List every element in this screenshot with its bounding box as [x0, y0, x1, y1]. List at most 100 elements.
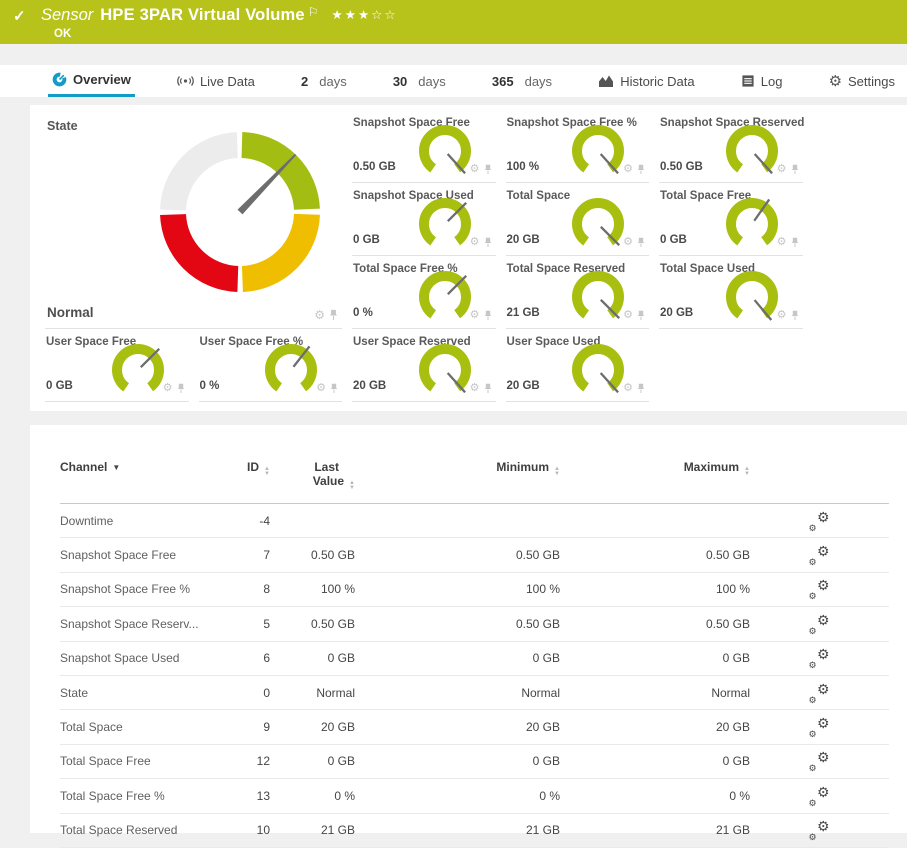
channel-settings-button[interactable]: ⚙ ⚙: [810, 718, 830, 736]
gauge-value: 21 GB: [507, 307, 540, 319]
pin-icon[interactable]: [791, 310, 799, 321]
gauge-tile: Total Space Reserved 21 GB ⚙: [506, 256, 660, 329]
gear-icon[interactable]: ⚙: [470, 237, 480, 248]
divider: [352, 401, 496, 402]
cell-last-value: 0.50 GB: [270, 548, 355, 562]
table-row: Downtime -4 ⚙ ⚙: [60, 504, 889, 538]
gear-icon[interactable]: ⚙: [316, 383, 326, 394]
pin-icon[interactable]: [484, 383, 492, 394]
priority-stars[interactable]: ★★★☆☆: [332, 7, 398, 22]
channel-settings-button[interactable]: ⚙ ⚙: [810, 684, 830, 702]
gear-icon[interactable]: ⚙: [777, 310, 787, 321]
tab-log[interactable]: Log: [737, 65, 787, 97]
gauge-tile: Total Space Free % 0 % ⚙: [352, 256, 506, 329]
column-header-maximum[interactable]: Maximum▲▼: [560, 445, 750, 477]
gauge-value: 0 %: [353, 307, 373, 319]
channel-settings-button[interactable]: ⚙ ⚙: [810, 752, 830, 770]
column-header-id[interactable]: ID▲▼: [220, 445, 270, 477]
gear-icon: ⚙: [817, 682, 830, 696]
pin-icon[interactable]: [791, 164, 799, 175]
gauge-value: 20 GB: [660, 307, 693, 319]
column-label: ID: [247, 460, 259, 474]
pin-icon[interactable]: [329, 309, 338, 321]
pin-icon[interactable]: [484, 164, 492, 175]
gauge-arc: [417, 268, 473, 326]
channel-settings-button[interactable]: ⚙ ⚙: [810, 546, 830, 564]
table-row: Snapshot Space Used 6 0 GB 0 GB 0 GB ⚙ ⚙: [60, 642, 889, 676]
table-row: Total Space Free % 13 0 % 0 % 0 % ⚙ ⚙: [60, 779, 889, 813]
gear-small-icon: ⚙: [809, 592, 817, 601]
cell-maximum: 0 GB: [560, 754, 750, 768]
channel-settings-button[interactable]: ⚙ ⚙: [810, 787, 830, 805]
cell-channel: Snapshot Space Used: [60, 651, 220, 665]
pin-icon[interactable]: [637, 383, 645, 394]
cell-channel: Downtime: [60, 514, 220, 528]
state-gauge: [160, 132, 320, 292]
cell-last-value: 0 GB: [270, 651, 355, 665]
tab-2-days[interactable]: 2 days: [297, 65, 351, 97]
gauge-label: State: [47, 119, 78, 133]
tab-overview[interactable]: Overview: [48, 65, 135, 97]
cell-last-value: 0.50 GB: [270, 617, 355, 631]
channel-settings-button[interactable]: ⚙ ⚙: [810, 649, 830, 667]
gauge-tile: User Space Free 0 GB ⚙: [45, 329, 199, 402]
gear-icon[interactable]: ⚙: [623, 383, 633, 394]
pin-icon[interactable]: [791, 237, 799, 248]
cell-channel: Snapshot Space Reserv...: [60, 617, 220, 631]
column-header-last-value[interactable]: Last Value▲▼: [270, 445, 355, 491]
gear-icon[interactable]: ⚙: [777, 237, 787, 248]
column-header-minimum[interactable]: Minimum▲▼: [355, 445, 560, 477]
gear-icon[interactable]: ⚙: [470, 383, 480, 394]
tab-label: Log: [761, 74, 783, 89]
channel-settings-button[interactable]: ⚙ ⚙: [810, 512, 830, 530]
cell-channel: Total Space Reserved: [60, 823, 220, 837]
status-check-icon: ✓: [13, 7, 33, 25]
gear-icon[interactable]: ⚙: [623, 310, 633, 321]
gauge-tile: Total Space Free 0 GB ⚙: [659, 183, 813, 256]
table-row: Snapshot Space Reserv... 5 0.50 GB 0.50 …: [60, 607, 889, 641]
pin-icon[interactable]: [484, 237, 492, 248]
tab-live-data[interactable]: Live Data: [173, 65, 259, 97]
gauge-arc: [417, 122, 473, 180]
gauge-tile: User Space Free % 0 % ⚙: [199, 329, 353, 402]
live-data-icon: [177, 74, 194, 88]
tab-bar: Overview Live Data 2 days 30 days 365 da…: [0, 65, 907, 97]
cell-maximum: 21 GB: [560, 823, 750, 837]
gear-icon[interactable]: ⚙: [623, 237, 633, 248]
tab-label-unit: days: [418, 74, 445, 89]
column-header-channel[interactable]: Channel▼: [60, 445, 220, 474]
divider: [45, 401, 189, 402]
channel-settings-button[interactable]: ⚙ ⚙: [810, 821, 830, 839]
gear-icon[interactable]: ⚙: [777, 164, 787, 175]
tab-settings[interactable]: ⚙ Settings: [825, 65, 899, 97]
gear-icon[interactable]: ⚙: [314, 309, 325, 321]
tab-historic-data[interactable]: Historic Data: [594, 65, 698, 97]
gear-icon: ⚙: [817, 544, 830, 558]
tab-label: Live Data: [200, 74, 255, 89]
pin-icon[interactable]: [637, 310, 645, 321]
channel-settings-button[interactable]: ⚙ ⚙: [810, 615, 830, 633]
tab-365-days[interactable]: 365 days: [488, 65, 556, 97]
gear-icon[interactable]: ⚙: [623, 164, 633, 175]
pin-icon[interactable]: [484, 310, 492, 321]
gear-icon[interactable]: ⚙: [470, 310, 480, 321]
cell-last-value: 100 %: [270, 582, 355, 596]
tab-30-days[interactable]: 30 days: [389, 65, 450, 97]
cell-last-value: 0 GB: [270, 754, 355, 768]
tab-label: Settings: [848, 74, 895, 89]
table-row: Total Space 9 20 GB 20 GB 20 GB ⚙ ⚙: [60, 710, 889, 744]
cell-id: -4: [220, 514, 270, 528]
gauge-arc: [724, 195, 780, 253]
pin-icon[interactable]: [330, 383, 338, 394]
gauge-arc: [417, 195, 473, 253]
pin-icon[interactable]: [177, 383, 185, 394]
pin-icon[interactable]: [637, 164, 645, 175]
gear-small-icon: ⚙: [809, 833, 817, 842]
channel-settings-button[interactable]: ⚙ ⚙: [810, 580, 830, 598]
pin-icon[interactable]: [637, 237, 645, 248]
gear-icon[interactable]: ⚙: [470, 164, 480, 175]
priority-flag-icon[interactable]: ⚐: [308, 5, 319, 19]
divider: [199, 401, 343, 402]
gauge-value: 20 GB: [353, 380, 386, 392]
gear-icon[interactable]: ⚙: [163, 383, 173, 394]
